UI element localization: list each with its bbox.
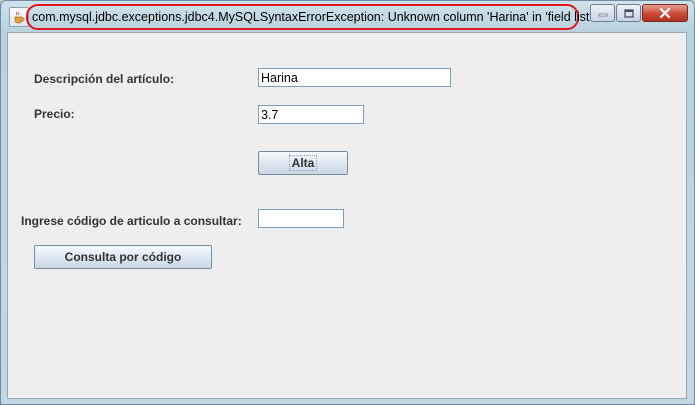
- alta-button[interactable]: Alta: [258, 151, 348, 175]
- alta-button-label: Alta: [288, 155, 318, 171]
- minimize-icon: [598, 13, 607, 17]
- precio-label: Precio:: [34, 107, 75, 121]
- window-title: com.mysql.jdbc.exceptions.jdbc4.MySQLSyn…: [32, 10, 592, 24]
- precio-input[interactable]: [258, 105, 364, 124]
- maximize-button[interactable]: [616, 4, 641, 22]
- descripcion-label: Descripción del artículo:: [34, 72, 175, 86]
- app-window: com.mysql.jdbc.exceptions.jdbc4.MySQLSyn…: [0, 0, 695, 405]
- codigo-input[interactable]: [258, 209, 344, 228]
- close-button[interactable]: [642, 4, 688, 22]
- maximize-icon: [623, 8, 634, 18]
- title-bar[interactable]: com.mysql.jdbc.exceptions.jdbc4.MySQLSyn…: [1, 1, 694, 31]
- close-icon: [659, 8, 671, 18]
- descripcion-input[interactable]: [258, 68, 451, 87]
- form-panel: Descripción del artículo: Precio: Alta I…: [7, 32, 687, 399]
- consulta-button[interactable]: Consulta por código: [34, 245, 212, 269]
- codigo-label: Ingrese código de articulo a consultar:: [21, 214, 242, 228]
- minimize-button[interactable]: [590, 4, 615, 22]
